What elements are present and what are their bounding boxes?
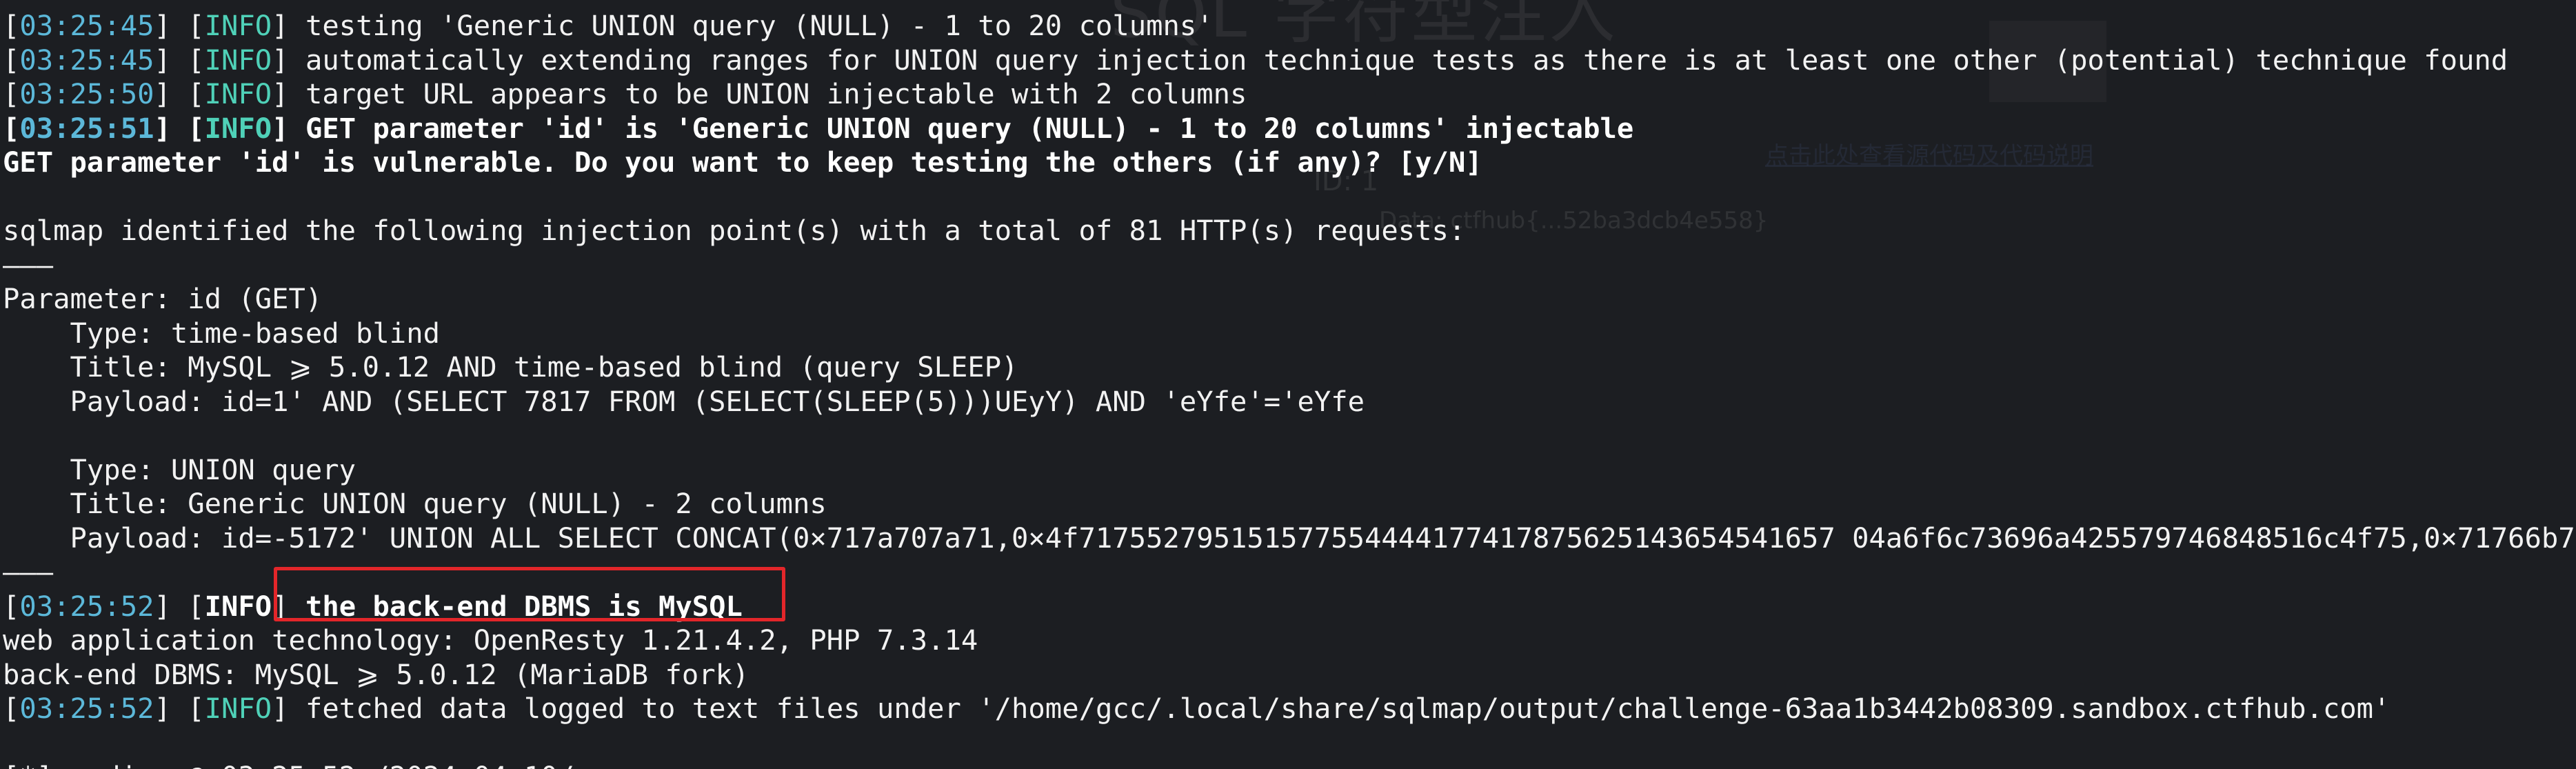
dbms-line: back-end DBMS: MySQL ⩾ 5.0.12 (MariaDB f…: [3, 658, 749, 691]
log-message: testing 'Generic UNION query (NULL) - 1 …: [305, 9, 1214, 42]
type-line: Type: UNION query: [3, 453, 356, 486]
log-timestamp: 03:25:45: [19, 43, 154, 77]
log-message: fetched data logged to text files under …: [305, 692, 2391, 725]
type-line: Type: time-based blind: [3, 317, 440, 350]
payload-line: Payload: id=1' AND (SELECT 7817 FROM (SE…: [3, 385, 1365, 418]
parameter-line: Parameter: id (GET): [3, 282, 323, 315]
log-message: target URL appears to be UNION injectabl…: [305, 77, 1247, 110]
log-line: [03:25:45] [INFO] testing 'Generic UNION…: [3, 9, 1214, 42]
log-level: INFO: [204, 692, 272, 725]
log-line: [03:25:50] [INFO] target URL appears to …: [3, 77, 1247, 110]
injection-summary: sqlmap identified the following injectio…: [3, 214, 1466, 247]
web-technology-line: web application technology: OpenResty 1.…: [3, 623, 978, 657]
terminal-output[interactable]: [03:25:45] [INFO] testing 'Generic UNION…: [0, 0, 2576, 769]
log-level: INFO: [204, 112, 272, 145]
log-level: INFO: [204, 77, 272, 110]
separator: ———: [3, 248, 54, 281]
highlight-annotation-box: [274, 567, 785, 621]
log-timestamp: 03:25:50: [19, 77, 154, 110]
log-line: [03:25:51] [INFO] GET parameter 'id' is …: [3, 112, 1634, 145]
log-timestamp: 03:25:45: [19, 9, 154, 42]
log-level: INFO: [204, 9, 272, 42]
log-timestamp: 03:25:52: [19, 590, 154, 623]
log-level: INFO: [204, 43, 272, 77]
ending-line: [*] ending @ 03:25:52 /2024-04-10/: [3, 759, 574, 769]
title-line: Title: MySQL ⩾ 5.0.12 AND time-based bli…: [3, 350, 1018, 383]
log-timestamp: 03:25:52: [19, 692, 154, 725]
log-line: [03:25:52] [INFO] fetched data logged to…: [3, 692, 2391, 725]
prompt-question: GET parameter 'id' is vulnerable. Do you…: [3, 146, 1482, 179]
log-level: INFO: [204, 590, 272, 623]
log-message: GET parameter 'id' is 'Generic UNION que…: [305, 112, 1634, 145]
payload-line: Payload: id=-5172' UNION ALL SELECT CONC…: [3, 521, 2576, 555]
log-message: automatically extending ranges for UNION…: [305, 43, 2508, 77]
title-line: Title: Generic UNION query (NULL) - 2 co…: [3, 487, 827, 520]
separator: ———: [3, 555, 54, 588]
log-line: [03:25:45] [INFO] automatically extendin…: [3, 43, 2508, 77]
log-timestamp: 03:25:51: [19, 112, 154, 145]
